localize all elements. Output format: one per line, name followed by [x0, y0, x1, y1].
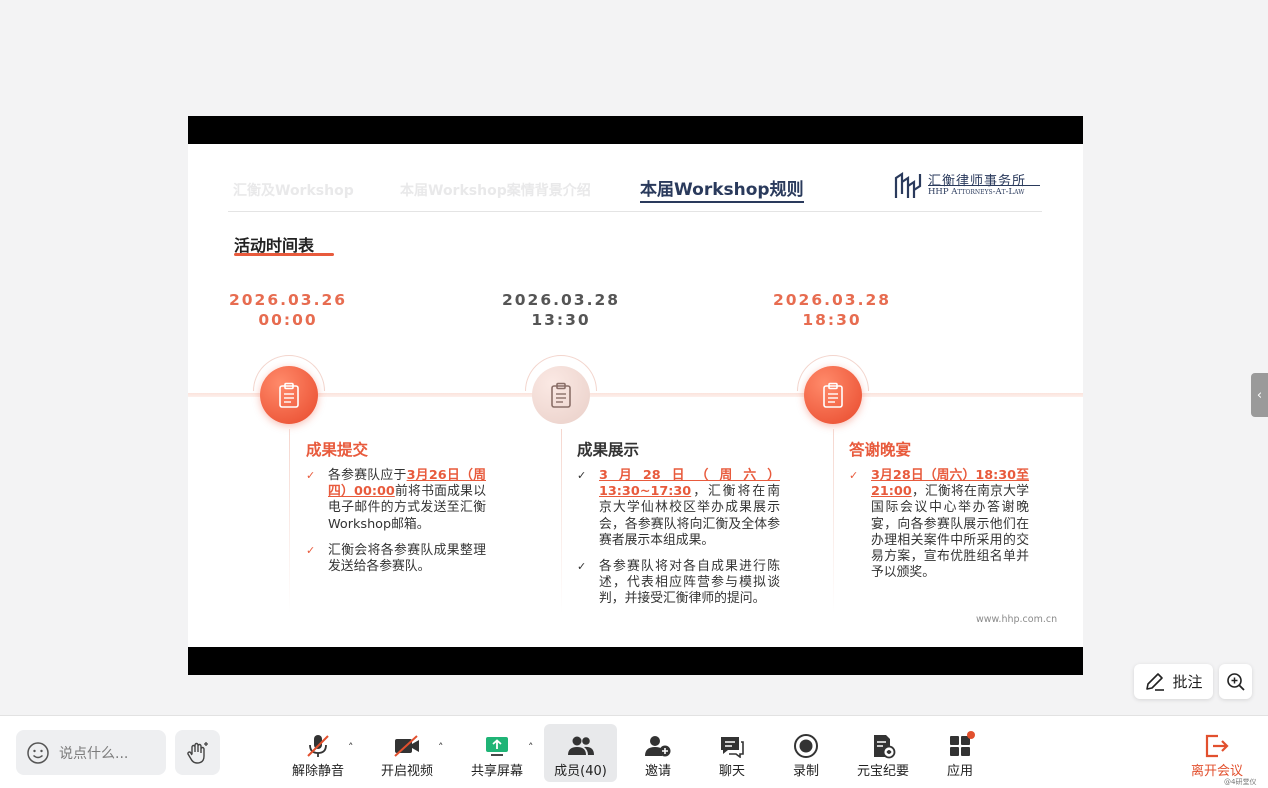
check-icon: ✓ [306, 543, 316, 557]
bullet-item: ✓ 各参赛队应于3月26日（周四）00:00前将书面成果以电子邮件的方式发送至汇衡… [306, 468, 487, 532]
share-screen-icon [486, 737, 508, 756]
check-icon: ✓ [306, 469, 316, 482]
invite-label: 邀请 [644, 764, 671, 779]
timeline-date: 2026.03.28 18:30 [772, 291, 892, 329]
website-url: www.hhp.com.cn [976, 614, 1058, 625]
firm-name-en: HHP Attorneys-At-Law [928, 187, 1025, 197]
chat-input[interactable]: 说点什么... [16, 730, 166, 775]
emoji-icon [27, 741, 49, 764]
shared-screen: 汇衡及Workshop 本届Workshop案情背景介绍 本届Workshop规… [188, 116, 1083, 675]
slide-header-divider [228, 211, 1042, 212]
timeline-node [532, 366, 590, 424]
start-video-button[interactable]: 开启视频 [377, 724, 437, 782]
mic-muted-icon [307, 735, 329, 757]
check-icon: ✓ [849, 469, 859, 482]
firm-logo-mark-icon [894, 171, 922, 198]
timeline-connector [289, 429, 290, 614]
members-icon [567, 736, 594, 755]
share-screen-label: 共享屏幕 [470, 764, 523, 779]
presentation-slide: 汇衡及Workshop 本届Workshop案情背景介绍 本届Workshop规… [188, 144, 1083, 647]
chevron-up-icon[interactable]: ˄ [348, 741, 354, 754]
leave-meeting-button[interactable]: 离开会议 [1186, 724, 1248, 782]
chevron-up-icon[interactable]: ˄ [438, 741, 444, 754]
timeline-connector [561, 429, 562, 614]
annotate-label: 批注 [1172, 673, 1203, 691]
members-button[interactable]: 成员(40) [544, 724, 617, 782]
bullet-item: ✓ 3月28日（周六）13:30~17:30，汇衡将在南京大学仙林校区举办成果展示… [577, 468, 780, 548]
chevron-up-icon[interactable]: ˄ [528, 741, 534, 754]
timeline-date: 2026.03.26 00:00 [228, 291, 348, 329]
side-panel-toggle[interactable]: ‹ [1251, 373, 1268, 417]
share-screen-button[interactable]: 共享屏幕 [467, 724, 527, 782]
bullet-item: ✓ 汇衡会将各参赛队成果整理发送给各参赛队。 [306, 542, 486, 575]
check-icon: ✓ [577, 469, 587, 482]
pen-icon [1146, 672, 1165, 691]
timeline-node [260, 366, 318, 424]
timeline-date: 2026.03.28 13:30 [501, 291, 621, 329]
apps-button[interactable]: 应用 [938, 724, 982, 782]
ai-summary-button[interactable]: 元宝纪要 [853, 724, 913, 782]
bullet-item: ✓ 3月28日（周六）18:30至21:00，汇衡将在南京大学国际会议中心举办答谢… [849, 468, 1029, 581]
zoom-button[interactable] [1219, 664, 1252, 699]
record-icon [794, 734, 818, 758]
chat-label: 聊天 [718, 764, 745, 779]
check-icon: ✓ [577, 560, 587, 574]
chat-button[interactable]: 聊天 [710, 724, 754, 782]
bullet-item: ✓ 各参赛队将对各自成果进行陈述，代表相应阵营参与模拟谈判，并接受汇衡律师的提问。 [577, 559, 780, 607]
chat-placeholder: 说点什么... [59, 745, 129, 762]
unmute-label: 解除静音 [291, 764, 344, 779]
chevron-left-icon: ‹ [1256, 387, 1263, 403]
notification-dot [967, 731, 975, 739]
meeting-toolbar: 说点什么... 解除静音 ˄ 开启视频 ˄ 共享屏幕 ˄ 成员(40) 邀请 聊… [0, 715, 1268, 788]
timeline-connector [833, 429, 834, 614]
ai-summary-label: 元宝纪要 [856, 764, 909, 779]
logo-divider [928, 185, 1040, 186]
raise-hand-icon [186, 741, 208, 764]
chat-icon [721, 737, 744, 758]
clipboard-icon [551, 382, 571, 408]
clipboard-icon [279, 382, 299, 408]
zoom-in-icon [1226, 672, 1245, 691]
slide-nav-tab: 汇衡及Workshop [233, 183, 354, 199]
timeline-node [804, 366, 862, 424]
section-title-underline [234, 253, 334, 256]
record-button[interactable]: 录制 [784, 724, 828, 782]
milestone-bullets: ✓ 各参赛队应于3月26日（周四）00:00前将书面成果以电子邮件的方式发送至汇衡… [306, 468, 486, 585]
watermark: @4研堂仪 [1224, 778, 1257, 786]
unmute-button[interactable]: 解除静音 [288, 724, 348, 782]
camera-off-icon [394, 735, 419, 757]
record-label: 录制 [792, 764, 819, 779]
start-video-label: 开启视频 [380, 764, 433, 779]
firm-logo: 汇衡律师事务所 HHP Attorneys-At-Law [894, 170, 1044, 202]
document-ai-icon [874, 735, 896, 759]
milestone-title: 答谢晚宴 [849, 441, 912, 459]
milestone-bullets: ✓ 3月28日（周六）13:30~17:30，汇衡将在南京大学仙林校区举办成果展示… [577, 468, 780, 618]
raise-hand-button[interactable] [175, 730, 220, 775]
milestone-bullets: ✓ 3月28日（周六）18:30至21:00，汇衡将在南京大学国际会议中心举办答谢… [849, 468, 1029, 591]
timeline-line [188, 393, 1083, 397]
slide-nav-active-tab: 本届Workshop规则 [640, 175, 804, 203]
add-user-icon [645, 736, 671, 757]
milestone-title: 成果展示 [577, 441, 640, 459]
clipboard-icon [823, 382, 843, 408]
milestone-title: 成果提交 [306, 441, 369, 459]
exit-icon [1205, 734, 1229, 758]
apps-label: 应用 [946, 764, 973, 779]
slide-nav-tab: 本届Workshop案情背景介绍 [400, 183, 591, 199]
annotate-button[interactable]: 批注 [1134, 664, 1213, 699]
members-label: 成员(40) [554, 764, 607, 779]
invite-button[interactable]: 邀请 [633, 724, 683, 782]
